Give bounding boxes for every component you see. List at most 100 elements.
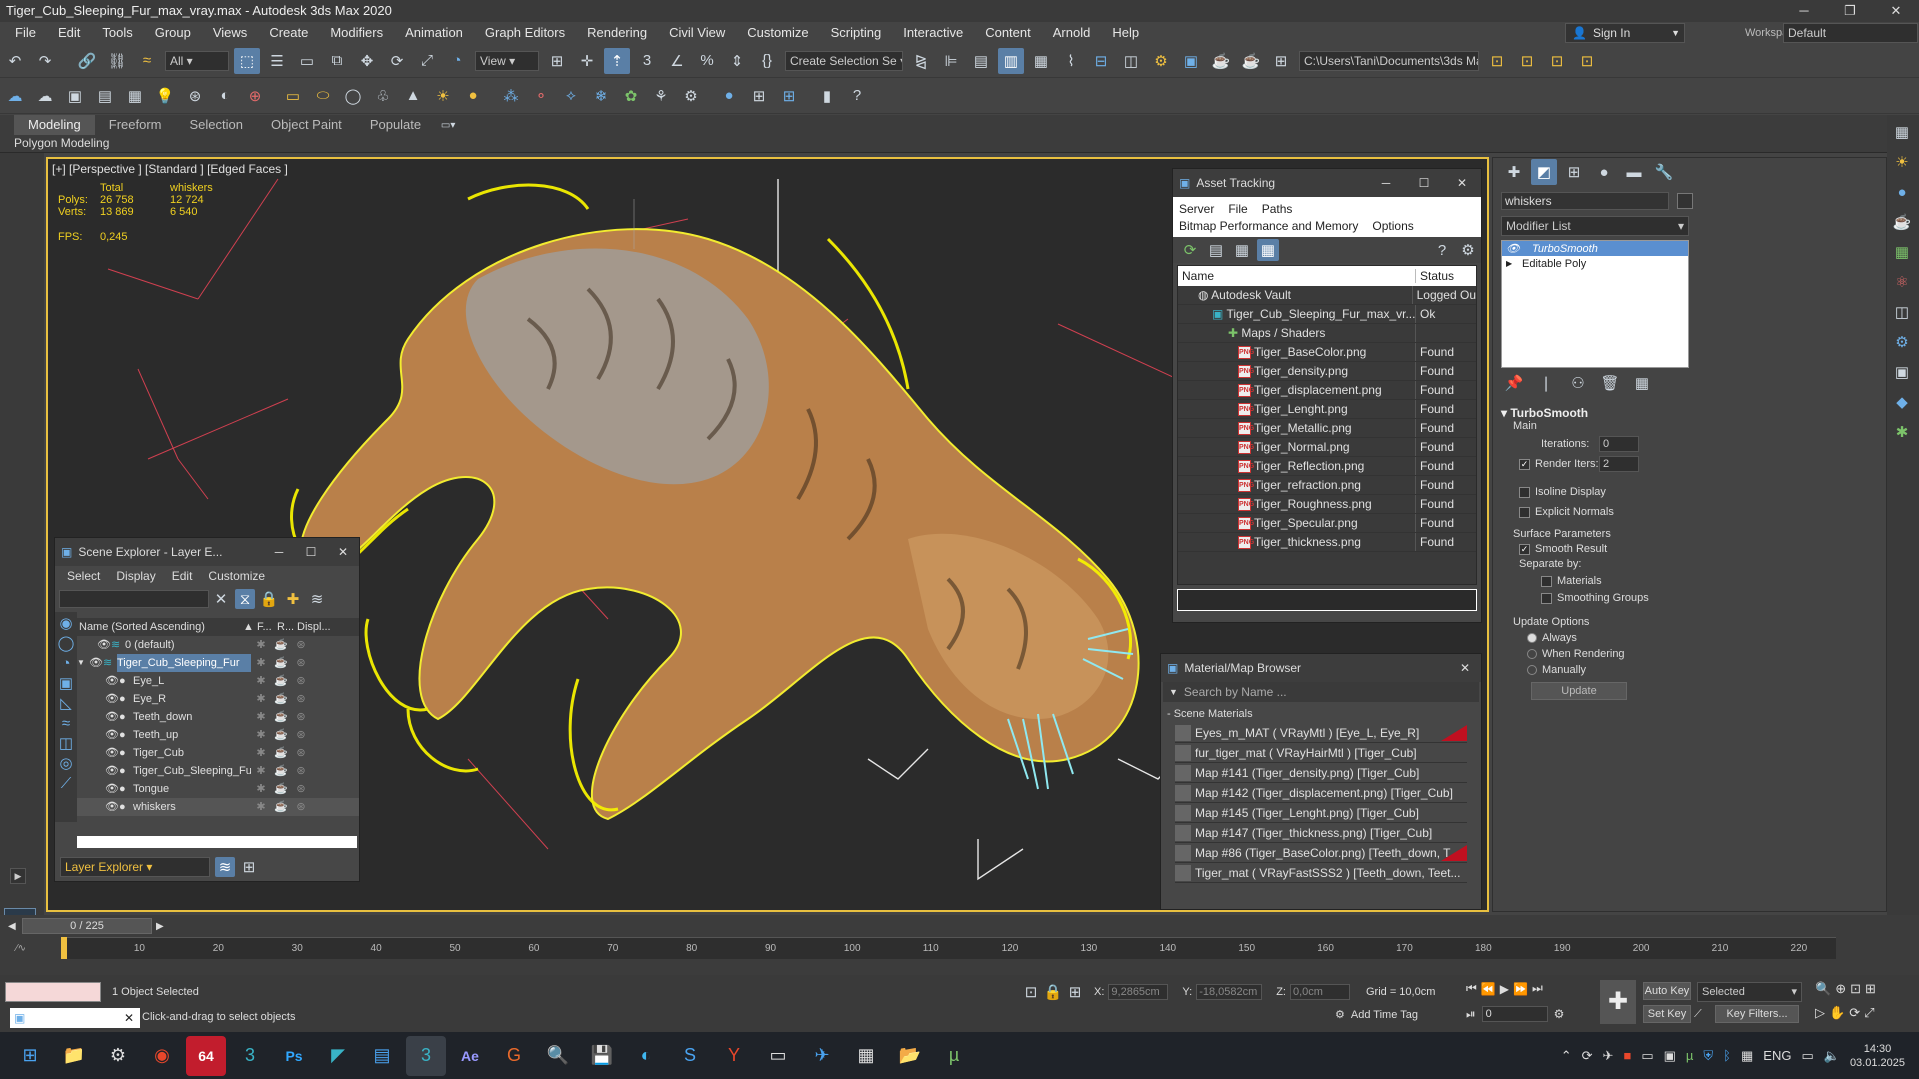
open-project-icon[interactable]: ⊡ <box>1544 48 1570 74</box>
display-mode-icon[interactable]: ⊛ <box>291 744 311 762</box>
tab-populate[interactable]: Populate <box>356 115 435 135</box>
settings-icon[interactable]: ⚙ <box>1457 239 1479 261</box>
rendered-frame-icon[interactable]: ▣ <box>1178 48 1204 74</box>
remove-modifier-icon[interactable]: 🗑 <box>1599 374 1621 392</box>
tab-object-paint[interactable]: Object Paint <box>257 115 356 135</box>
project-folder-icon[interactable]: ⊡ <box>1484 48 1510 74</box>
material-item[interactable]: fur_tiger_mat ( VRayHairMtl ) [Tiger_Cub… <box>1175 743 1467 763</box>
light-lister-icon[interactable]: 💡 <box>152 83 178 109</box>
isoline-checkbox[interactable] <box>1519 486 1530 498</box>
grid-icon[interactable]: ▦ <box>122 83 148 109</box>
update-button[interactable]: Update <box>1531 682 1627 700</box>
when-rendering-radio[interactable] <box>1527 649 1537 660</box>
visibility-eye-icon[interactable]: 👁 <box>105 726 119 744</box>
bind-spacewarp-icon[interactable]: ≈ <box>134 48 160 74</box>
tray-window-icon[interactable]: ▣ <box>1664 1048 1676 1064</box>
add-layer-icon[interactable]: ✚ <box>283 589 303 609</box>
vray-sphere-icon[interactable]: ❄ <box>588 83 614 109</box>
menu-group[interactable]: Group <box>144 22 202 44</box>
material-editor-icon[interactable]: ◫ <box>1118 48 1144 74</box>
material-item[interactable]: Map #141 (Tiger_density.png) [Tiger_Cub] <box>1175 763 1467 783</box>
iterations-spinner[interactable]: 0 <box>1599 436 1639 452</box>
list-view-icon[interactable]: ▤ <box>1205 239 1227 261</box>
box-icon[interactable]: ◫ <box>1889 299 1915 325</box>
time-slider[interactable]: 0 / 225 <box>22 918 152 934</box>
percent-snap-icon[interactable]: % <box>694 48 720 74</box>
app-s-icon[interactable]: S <box>670 1036 710 1076</box>
display-geometry-icon[interactable]: ◯ <box>57 634 75 652</box>
teapot-icon[interactable]: ☁ <box>2 83 28 109</box>
vray-ies-icon[interactable]: ♧ <box>370 83 396 109</box>
freeze-icon[interactable]: ✱ <box>251 690 271 708</box>
renderable-icon[interactable]: ☕ <box>271 780 291 798</box>
teapot-icon[interactable]: ☕ <box>1889 209 1915 235</box>
pan-icon[interactable]: ✋ <box>1829 1005 1845 1021</box>
search-icon[interactable]: 🔍 <box>538 1036 578 1076</box>
sign-in-dropdown[interactable]: 👤 Sign In ▼ <box>1565 23 1685 43</box>
close-icon[interactable]: ✕ <box>1443 176 1481 190</box>
selection-filter-dropdown[interactable]: All ▾ <box>165 50 229 71</box>
menu-create[interactable]: Create <box>258 22 319 44</box>
se-menu-customize[interactable]: Customize <box>208 569 265 583</box>
select-manipulate-icon[interactable]: ✛ <box>574 48 600 74</box>
asset-row[interactable]: PNGTiger_BaseColor.png Found <box>1178 343 1476 362</box>
volume-icon[interactable]: 🔈 <box>1824 1048 1840 1064</box>
edit-named-sel-icon[interactable]: {} <box>754 48 780 74</box>
maximize-viewport-icon[interactable]: ⤢ <box>1864 1005 1874 1021</box>
material-item[interactable]: Tiger_mat ( VRayFastSSS2 ) [Teeth_down, … <box>1175 863 1467 883</box>
sphere-icon[interactable]: ● <box>1889 179 1915 205</box>
close-icon[interactable]: ✕ <box>1449 661 1481 675</box>
field-of-view-icon[interactable]: ▷ <box>1815 1005 1825 1021</box>
checker-icon[interactable]: ▦ <box>1889 119 1915 145</box>
render-iters-spinner[interactable]: 2 <box>1599 456 1639 472</box>
vray-sun-icon[interactable]: ☀ <box>430 83 456 109</box>
renderable-icon[interactable]: ☕ <box>271 654 291 672</box>
renderable-icon[interactable]: ☕ <box>271 690 291 708</box>
chrome-icon[interactable]: ◉ <box>142 1036 182 1076</box>
next-frame-icon[interactable]: ▶ <box>156 921 170 932</box>
unlink-icon[interactable]: ⛓ <box>104 48 130 74</box>
materials-checkbox[interactable] <box>1541 575 1552 587</box>
play-icon[interactable]: ▶ <box>1500 982 1509 996</box>
menu-scripting[interactable]: Scripting <box>820 22 893 44</box>
next-key-icon[interactable]: ⏩ <box>1513 982 1528 996</box>
tray-bluetooth-icon[interactable]: ᛒ <box>1723 1048 1731 1063</box>
asset-path-field[interactable] <box>1177 589 1477 611</box>
aida64-icon[interactable]: 64 <box>186 1035 226 1076</box>
placement-icon[interactable]: ◔ <box>444 48 470 74</box>
mirror-icon[interactable]: ⧎ <box>908 48 934 74</box>
vray-settings-icon[interactable]: ▮ <box>814 83 840 109</box>
menu-tools[interactable]: Tools <box>91 22 143 44</box>
asset-row[interactable]: PNGTiger_refraction.png Found <box>1178 476 1476 495</box>
menu-civil-view[interactable]: Civil View <box>658 22 736 44</box>
stack-item-editable-poly[interactable]: ▶ Editable Poly <box>1502 256 1688 271</box>
close-icon[interactable]: ✕ <box>327 545 359 559</box>
column-name[interactable]: Name <box>1178 269 1416 283</box>
bug-icon[interactable]: ✱ <box>1889 419 1915 445</box>
tiger-model[interactable] <box>290 183 1140 821</box>
close-icon[interactable]: ✕ <box>1873 0 1919 22</box>
visibility-eye-icon[interactable]: 👁 <box>105 798 119 816</box>
lock-icon[interactable]: 🔒 <box>259 589 279 609</box>
asset-row[interactable]: PNGTiger_Lenght.png Found <box>1178 400 1476 419</box>
asset-row[interactable]: ◍ Autodesk Vault Logged Ou <box>1178 286 1476 305</box>
vray-fur-icon[interactable]: ✿ <box>618 83 644 109</box>
after-effects-icon[interactable]: Ae <box>450 1036 490 1076</box>
display-mode-icon[interactable]: ⊛ <box>291 780 311 798</box>
tab-selection[interactable]: Selection <box>176 115 257 135</box>
at-menu-server[interactable]: Server <box>1179 202 1214 216</box>
zoom-extents-icon[interactable]: ⊡ <box>1850 981 1861 997</box>
display-xrefs-icon[interactable]: ◎ <box>57 754 75 772</box>
key-set-dropdown[interactable]: Selected ▾ <box>1697 982 1802 1002</box>
orbit-icon[interactable]: ⟳ <box>1849 1005 1860 1021</box>
scene-row[interactable]: 👁 ● Tongue ✱ ☕ ⊛ <box>77 780 359 798</box>
key-mode-toggle-icon[interactable]: ⟋ <box>1694 1008 1702 1021</box>
scene-explorer-toggle-icon[interactable]: ▤ <box>968 48 994 74</box>
3dsmax-2020-icon[interactable]: 3 <box>406 1035 446 1076</box>
3dsmax-2019-icon[interactable]: 3 <box>230 1036 270 1076</box>
x-coordinate[interactable]: 9,2865cm <box>1108 984 1169 1000</box>
terminal-icon[interactable]: ▭ <box>758 1036 798 1076</box>
display-mode-icon[interactable]: ⊛ <box>291 636 311 654</box>
redo-icon[interactable]: ↷ <box>32 48 58 74</box>
material-item[interactable]: Eyes_m_MAT ( VRayMtl ) [Eye_L, Eye_R] <box>1175 723 1467 743</box>
